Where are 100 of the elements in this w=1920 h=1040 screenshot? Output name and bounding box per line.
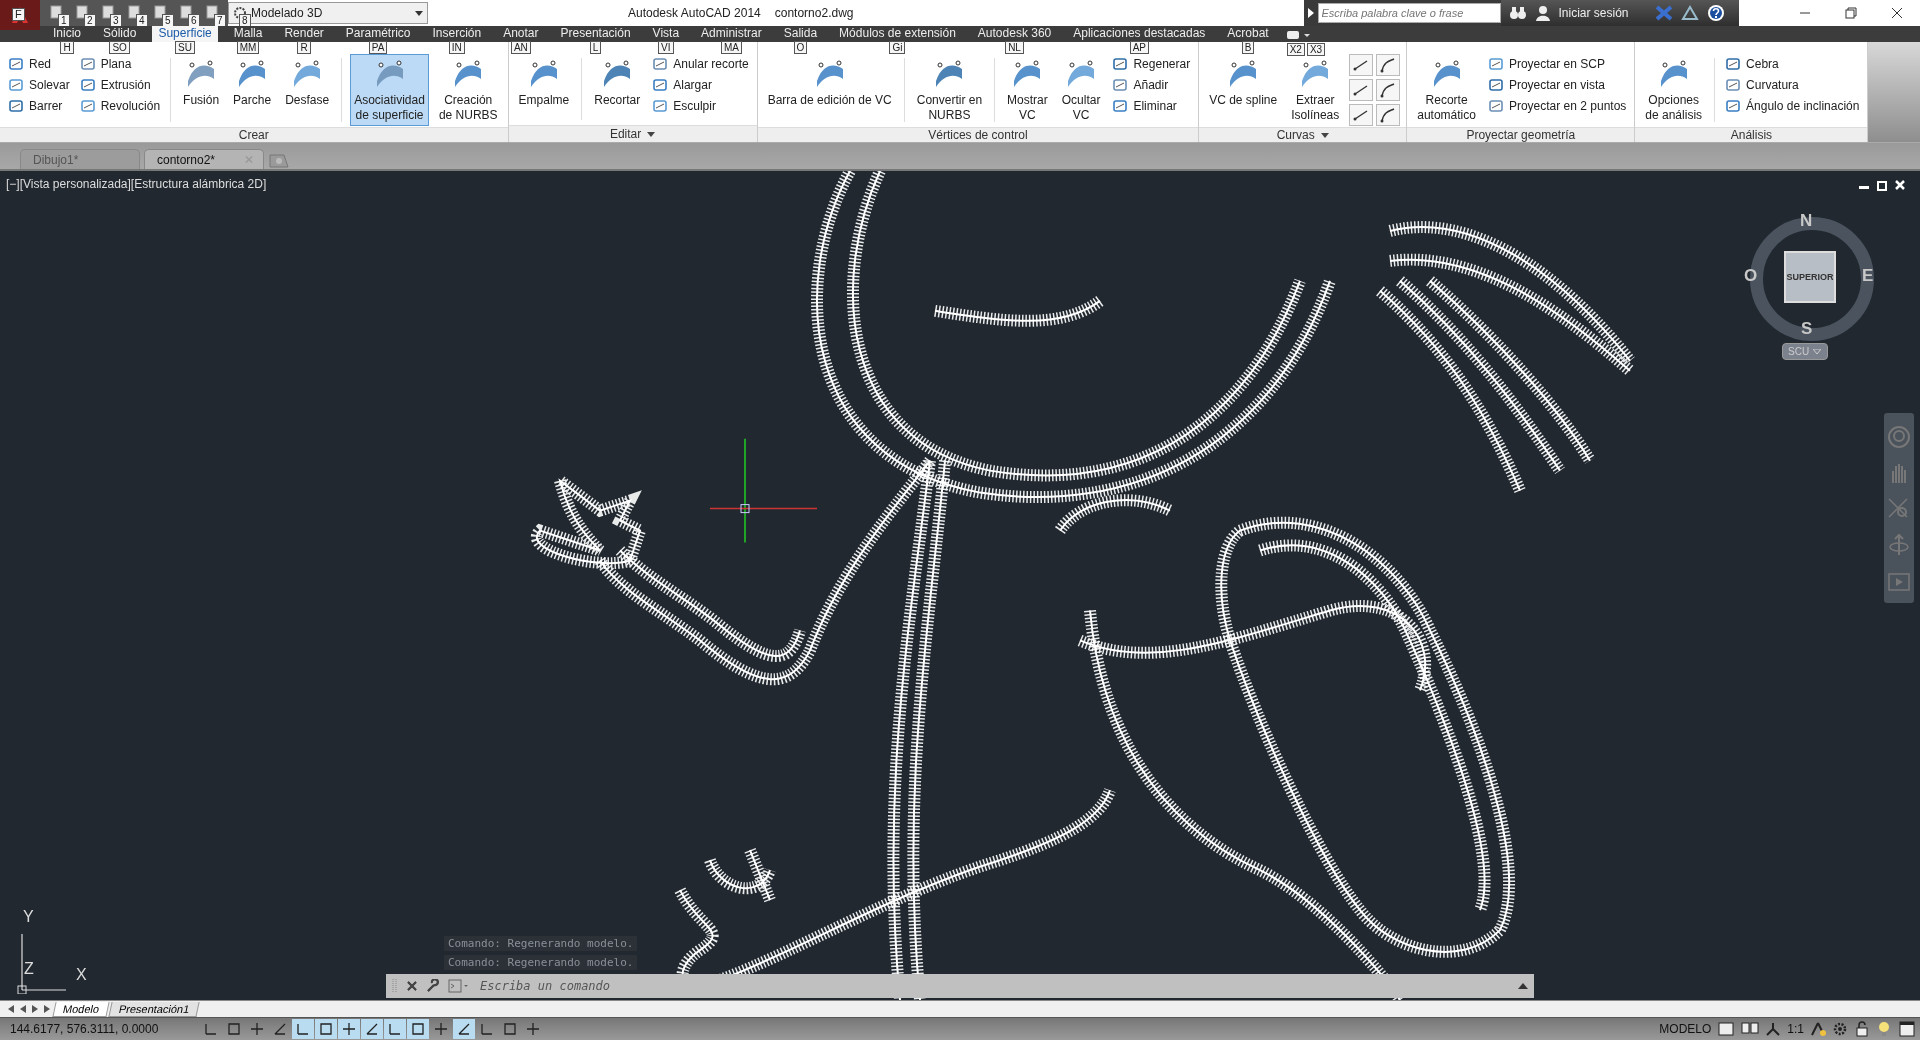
ribbon-tab[interactable]: Inserción xyxy=(426,26,488,42)
curve-tool-button[interactable] xyxy=(1349,104,1374,126)
curve-tool-button[interactable] xyxy=(1376,54,1401,76)
drafting-toggle-button[interactable] xyxy=(338,1019,360,1039)
search-field[interactable]: Escriba palabra clave o frase xyxy=(1317,3,1501,23)
document-icon[interactable] xyxy=(75,4,89,19)
ribbon-large-button[interactable]: Barra de edición de VC xyxy=(763,54,896,126)
drafting-toggle-button[interactable] xyxy=(315,1019,337,1039)
minimize-ribbon-icon[interactable] xyxy=(1284,28,1313,42)
ribbon-large-button[interactable]: VC de spline xyxy=(1205,54,1282,126)
drafting-toggle-button[interactable] xyxy=(407,1019,429,1039)
compass-label[interactable]: O xyxy=(1744,266,1758,286)
triangle-icon[interactable] xyxy=(1680,5,1699,21)
ribbon-small-button[interactable]: Red xyxy=(6,54,72,74)
ribbon-small-button[interactable]: Curvatura xyxy=(1723,75,1862,95)
panel-title[interactable]: Curvas xyxy=(1199,127,1407,142)
ribbon-large-button[interactable]: Extraer Isolíneas xyxy=(1287,54,1344,126)
document-icon[interactable] xyxy=(179,4,193,19)
annotation-scale-button[interactable]: 1:1 xyxy=(1787,1022,1804,1036)
ribbon-large-button[interactable]: Asociatividad de superficie xyxy=(350,54,429,126)
caret-icon[interactable] xyxy=(1320,132,1329,138)
ribbon-large-button[interactable]: Creación de NURBS xyxy=(434,54,502,126)
ribbon-large-button[interactable]: Convertir en NURBS xyxy=(912,54,987,126)
ribbon-small-button[interactable]: Proyectar en vista xyxy=(1485,75,1629,95)
viewport-label[interactable]: [−][Vista personalizada][Estructura alámbrica 2D] xyxy=(6,177,267,191)
panel-title[interactable]: Editar xyxy=(508,125,757,142)
viewport-icon[interactable] xyxy=(1717,1021,1736,1037)
expand-icon[interactable] xyxy=(1307,8,1314,18)
layout-tab[interactable]: Modelo xyxy=(52,1001,110,1017)
panel-title[interactable]: Vértices de control xyxy=(757,127,1199,142)
view-cube[interactable]: SUPERIOR xyxy=(1784,251,1836,303)
ribbon-tab[interactable]: Sólido xyxy=(97,26,143,42)
ribbon-tab[interactable]: Anotar xyxy=(497,26,545,42)
full-screen-icon[interactable] xyxy=(1898,1020,1916,1038)
command-input-field[interactable]: Escriba un comando xyxy=(478,978,1510,994)
ribbon-large-button[interactable]: Ocultar VC xyxy=(1057,54,1105,126)
file-tab[interactable]: contorno2* xyxy=(144,149,264,169)
binoculars-icon[interactable] xyxy=(1508,5,1527,21)
ribbon-small-button[interactable]: Proyectar en SCP xyxy=(1485,54,1629,74)
ribbon-small-button[interactable]: Solevar xyxy=(6,75,72,95)
quick-access-button[interactable]: 2 xyxy=(70,2,94,24)
quick-access-button[interactable]: 4 xyxy=(122,2,146,24)
drafting-toggle-button[interactable] xyxy=(292,1019,314,1039)
compass-label[interactable]: N xyxy=(1800,211,1813,231)
ribbon-small-button[interactable]: Esculpir xyxy=(650,96,751,116)
quick-access-button[interactable]: 1 xyxy=(44,2,68,24)
help-icon[interactable] xyxy=(1706,4,1725,22)
compass-label[interactable]: E xyxy=(1862,266,1874,286)
ribbon-large-button[interactable]: Parche xyxy=(229,54,276,126)
ribbon-tab[interactable]: Salida xyxy=(777,26,824,42)
ribbon-small-button[interactable]: Revolución xyxy=(77,96,163,116)
ribbon-small-button[interactable]: Barrer xyxy=(6,96,72,116)
ribbon-small-button[interactable]: Extrusión xyxy=(77,75,163,95)
lock-icon[interactable] xyxy=(1854,1021,1870,1037)
ribbon-tab[interactable]: Autodesk 360 xyxy=(971,26,1058,42)
document-icon[interactable] xyxy=(49,4,63,19)
wrench-icon[interactable] xyxy=(426,979,440,993)
ribbon-tab[interactable]: Acrobat xyxy=(1221,26,1275,42)
ribbon-tab[interactable]: Módulos de extensión xyxy=(833,26,962,42)
ribbon-small-button[interactable]: Regenerar xyxy=(1110,54,1193,74)
drafting-toggle-button[interactable] xyxy=(384,1019,406,1039)
document-icon[interactable] xyxy=(101,4,115,19)
ribbon-small-button[interactable]: Cebra xyxy=(1723,54,1862,74)
ribbon-small-button[interactable]: Anular recorte xyxy=(650,54,751,74)
quick-access-button[interactable]: 7 xyxy=(200,2,224,24)
curve-tool-button[interactable] xyxy=(1349,79,1374,101)
ribbon-large-button[interactable]: Opciones de análisis xyxy=(1641,54,1707,126)
gear-icon[interactable] xyxy=(1832,1021,1848,1037)
layout-tab[interactable]: Presentación1 xyxy=(108,1001,200,1017)
grip-icon[interactable] xyxy=(392,978,398,994)
layout-icon[interactable] xyxy=(1741,1021,1760,1037)
ribbon-large-button[interactable]: Empalme xyxy=(514,54,574,124)
document-icon[interactable] xyxy=(127,4,141,19)
ribbon-tab[interactable]: Malla xyxy=(227,26,269,42)
document-icon[interactable] xyxy=(153,4,167,19)
panel-title[interactable]: Análisis xyxy=(1635,127,1868,142)
panel-title[interactable]: Crear xyxy=(0,127,508,142)
restore-icon[interactable] xyxy=(1876,179,1888,191)
ribbon-tab[interactable]: Presentación xyxy=(554,26,637,42)
curve-tool-button[interactable] xyxy=(1349,54,1374,76)
ribbon-tab[interactable]: Aplicaciones destacadas xyxy=(1067,26,1212,42)
ribbon-large-button[interactable]: Recortar xyxy=(590,54,645,124)
panel-title[interactable]: Proyectar geometría xyxy=(1407,127,1635,142)
ribbon-large-button[interactable]: Recorte automático xyxy=(1413,54,1480,126)
expand-icon[interactable] xyxy=(1518,983,1528,989)
lightbulb-icon[interactable] xyxy=(1876,1021,1892,1037)
ribbon-tab[interactable]: Render xyxy=(278,26,330,42)
ribbon-tab[interactable]: Paramétrico xyxy=(339,26,417,42)
ribbon-large-button[interactable]: Desfase xyxy=(281,54,334,126)
ribbon-small-button[interactable]: Plana xyxy=(77,54,163,74)
ribbon-tab[interactable]: Administrar xyxy=(695,26,768,42)
x-icon[interactable] xyxy=(1654,5,1673,21)
drafting-toggle-button[interactable] xyxy=(453,1019,475,1039)
ribbon-tab[interactable]: Vista xyxy=(646,26,686,42)
sign-in-button[interactable]: Iniciar sesión xyxy=(1558,6,1629,20)
curve-tool-button[interactable] xyxy=(1376,104,1401,126)
annotation-visibility-icon[interactable] xyxy=(1810,1021,1826,1037)
ribbon-large-button[interactable]: Fusión xyxy=(179,54,224,126)
annotation-scale-icon[interactable] xyxy=(1765,1021,1782,1037)
ribbon-tab[interactable]: Superficie xyxy=(152,26,218,42)
